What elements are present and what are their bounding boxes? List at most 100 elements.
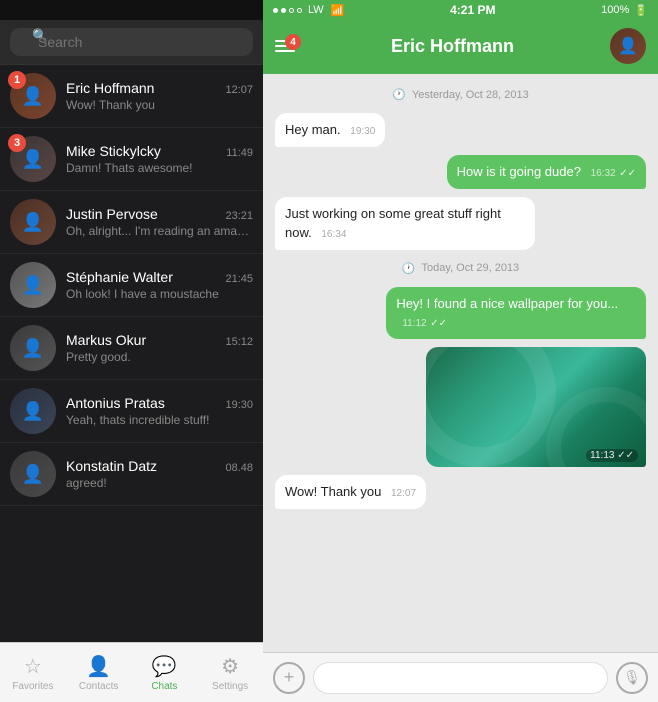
chat-preview: Oh look! I have a moustache	[66, 287, 253, 301]
chat-list-item[interactable]: 👤 Justin Pervose 23:21 Oh, alright... I'm r…	[0, 191, 263, 254]
chat-contact-name: Eric Hoffmann	[66, 80, 154, 96]
message-text: Hey man.	[285, 122, 341, 137]
chat-contact-name: Justin Pervose	[66, 206, 158, 222]
chat-list-item[interactable]: 👤Antonius Pratas19:30Yeah, thats incredi…	[0, 380, 263, 443]
search-wrap: 🔍	[10, 28, 253, 56]
chat-info: Justin Pervose 23:21 Oh, alright... I'm re…	[66, 206, 253, 238]
message-input-bar: + 🎙	[263, 652, 658, 702]
date-label-1: Yesterday, Oct 28, 2013	[412, 89, 529, 101]
tab-chats-icon: 💬	[152, 654, 177, 679]
wifi-icon: 📶	[331, 4, 345, 17]
status-bar-left	[0, 0, 263, 20]
chat-time: 21:45	[225, 273, 253, 285]
chat-time: 15:12	[225, 336, 253, 348]
tab-favorites-label: Favorites	[12, 681, 53, 692]
avatar: 👤	[10, 262, 56, 308]
chat-info: Mike Stickylcky 11:49 Damn! Thats awesome!	[66, 143, 253, 175]
avatar-wrap: 👤	[10, 451, 56, 497]
check-marks: ✓✓	[619, 168, 636, 179]
chat-info: Eric Hoffmann12:07 Wow! Thank you	[66, 80, 253, 112]
message-text: Wow! Thank you	[285, 484, 381, 499]
tab-favorites[interactable]: ☆ Favorites	[0, 643, 66, 702]
menu-button[interactable]: 4	[275, 40, 295, 52]
check-marks: ✓✓	[430, 318, 447, 329]
chat-list-item[interactable]: 👤 Markus Okur15:12 Pretty good.	[0, 317, 263, 380]
contact-avatar[interactable]: 👤	[610, 28, 646, 64]
message-row: How is it going dude? 16:32 ✓✓	[275, 155, 646, 189]
signal-dot-1	[273, 8, 278, 13]
status-time: 4:21 PM	[450, 3, 495, 17]
tab-chats-label: Chats	[151, 681, 177, 692]
message-time: 12:07	[391, 487, 416, 501]
search-bar: 🔍	[0, 20, 263, 65]
chat-contact-name: Stéphanie Walter	[66, 269, 173, 285]
image-time: 11:13 ✓✓	[586, 449, 638, 462]
signal-area: LW 📶	[273, 4, 344, 17]
message-time: 11:12	[402, 317, 426, 331]
clock-icon-1: 🕐	[392, 88, 406, 101]
avatar-wrap: 👤3	[10, 136, 56, 182]
chat-list-item[interactable]: 👤 Stéphanie Walter 21:45 Oh look! I have a …	[0, 254, 263, 317]
avatar: 👤	[10, 451, 56, 497]
chat-list-item[interactable]: 👤1Eric Hoffmann12:07Wow! Thank you	[0, 65, 263, 128]
avatar: 👤	[10, 388, 56, 434]
signal-dot-2	[281, 8, 286, 13]
message-bubble: Just working on some great stuff right n…	[275, 197, 535, 249]
attach-button[interactable]: +	[273, 662, 305, 694]
message-text: Just working on some great stuff right n…	[285, 206, 501, 239]
image-checks: ✓✓	[617, 450, 634, 461]
date-separator-1: 🕐 Yesterday, Oct 28, 2013	[275, 88, 646, 101]
avatar: 👤	[10, 325, 56, 371]
chat-name-row: Justin Pervose 23:21	[66, 206, 253, 222]
chat-time: 08.48	[225, 462, 253, 474]
message-row: Hey man. 19:30	[275, 113, 646, 147]
notification-badge: 4	[285, 34, 301, 50]
signal-dot-3	[289, 8, 294, 13]
chat-preview: Damn! Thats awesome!	[66, 161, 253, 175]
chat-name-row: Markus Okur15:12	[66, 332, 253, 348]
message-bubble: Wow! Thank you 12:07	[275, 475, 426, 509]
chat-preview: Wow! Thank you	[66, 98, 253, 112]
conversation-title: Eric Hoffmann	[305, 36, 600, 57]
tab-settings[interactable]: ⚙Settings	[197, 643, 263, 702]
chat-time: 23:21	[225, 210, 253, 222]
battery-area: 100% 🔋	[601, 4, 648, 17]
clock-icon-2: 🕐	[402, 262, 416, 275]
chat-list-item[interactable]: 👤Konstatin Datz08.48agreed!	[0, 443, 263, 506]
chat-name-row: Stéphanie Walter 21:45	[66, 269, 253, 285]
tab-settings-label: Settings	[212, 681, 248, 692]
chat-time: 19:30	[225, 399, 253, 411]
message-text-input[interactable]	[313, 662, 608, 694]
chat-preview: Pretty good.	[66, 350, 253, 364]
tab-contacts[interactable]: 👤Contacts	[66, 643, 132, 702]
message-time: 16:34	[321, 228, 346, 242]
battery-icon: 🔋	[634, 4, 648, 17]
message-time: 19:30	[350, 125, 375, 139]
message-row: 11:13 ✓✓	[275, 347, 646, 467]
chat-contact-name: Mike Stickylcky	[66, 143, 161, 159]
date-label-2: Today, Oct 29, 2013	[422, 262, 520, 274]
carrier-label: LW	[308, 4, 324, 16]
chat-info: Antonius Pratas19:30Yeah, thats incredib…	[66, 395, 253, 427]
swirl-decoration	[426, 347, 556, 467]
conversation-header: 4 Eric Hoffmann 👤	[263, 20, 658, 74]
chat-name-row: Mike Stickylcky 11:49	[66, 143, 253, 159]
tab-chats[interactable]: 💬 Chats	[132, 643, 198, 702]
chat-time: 11:49	[226, 147, 253, 159]
search-input[interactable]	[10, 28, 253, 56]
right-panel: LW 📶 4:21 PM 100% 🔋 4 Eric Hoffmann 👤 🕐 …	[263, 0, 658, 702]
chat-name-row: Antonius Pratas 19:30	[66, 395, 253, 411]
unread-badge: 1	[8, 71, 26, 89]
avatar: 👤	[10, 199, 56, 245]
status-bar-right: LW 📶 4:21 PM 100% 🔋	[263, 0, 658, 20]
chat-preview: agreed!	[66, 476, 253, 490]
microphone-button[interactable]: 🎙	[616, 662, 648, 694]
avatar-wrap: 👤	[10, 325, 56, 371]
tab-favorites-icon: ☆	[24, 654, 42, 679]
tab-bar: ☆ Favorites 👤Contacts 💬 Chats ⚙Settings	[0, 642, 263, 702]
chat-preview: Oh, alright... I'm reading an amazing ar…	[66, 224, 253, 238]
chat-list-item[interactable]: 👤3 Mike Stickylcky 11:49 Damn! Thats awesom…	[0, 128, 263, 191]
chat-contact-name: Antonius Pratas	[66, 395, 165, 411]
message-bubble: Hey! I found a nice wallpaper for you...…	[386, 287, 646, 339]
chat-name-row: Eric Hoffmann12:07	[66, 80, 253, 96]
